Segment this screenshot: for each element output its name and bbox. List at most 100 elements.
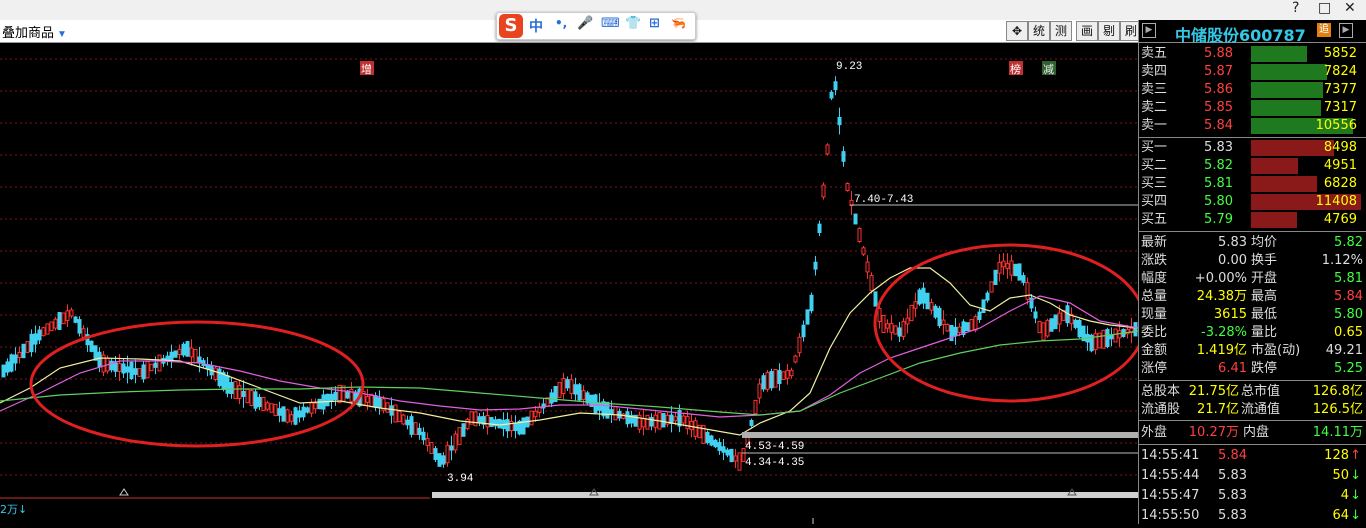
tick-time: 14:55:44 bbox=[1141, 468, 1200, 483]
inner-value: 14.11万 bbox=[1312, 425, 1363, 440]
adjust-button[interactable]: 剔 bbox=[1098, 21, 1120, 41]
price-chart[interactable]: 9.23 7.40-7.43 4.53-4.59 4.34-4.35 3.94 … bbox=[0, 43, 1147, 524]
maximize-icon[interactable]: □ bbox=[1318, 0, 1331, 16]
candle-body bbox=[841, 151, 846, 162]
capital-row: 流通股 21.7亿 流通值 126.5亿 bbox=[1139, 401, 1366, 419]
candle-body bbox=[869, 274, 874, 292]
candle-body bbox=[937, 307, 942, 327]
candle-body bbox=[729, 448, 734, 463]
capital-value: 21.7亿 bbox=[1197, 402, 1239, 417]
candle-body bbox=[129, 361, 134, 380]
volume-bar-cell: 7317 bbox=[1251, 100, 1361, 116]
level-price: 5.88 bbox=[1204, 46, 1233, 61]
candle-body bbox=[385, 402, 390, 413]
candle-body bbox=[773, 368, 778, 388]
candle-body bbox=[777, 370, 782, 384]
play-icon[interactable]: ▶ bbox=[1142, 23, 1156, 38]
candle-body bbox=[681, 415, 686, 424]
candle-body bbox=[821, 184, 826, 198]
sogou-logo-icon[interactable]: S bbox=[499, 14, 523, 38]
volume-bar bbox=[1251, 176, 1317, 192]
volume-bar-cell: 11408 bbox=[1251, 194, 1361, 210]
candle-body bbox=[717, 442, 722, 451]
crosshair-icon[interactable]: ✥ bbox=[1006, 21, 1028, 41]
help-icon[interactable]: ? bbox=[1292, 0, 1299, 16]
expand-icon[interactable]: ▶ bbox=[1339, 23, 1353, 38]
level-price: 5.86 bbox=[1204, 82, 1233, 97]
candle-body bbox=[649, 416, 654, 427]
candlestick-svg: 9.23 7.40-7.43 4.53-4.59 4.34-4.35 3.94 … bbox=[0, 58, 1147, 524]
candle-body bbox=[981, 299, 986, 314]
volume-bar-cell: 10556 bbox=[1251, 118, 1361, 134]
tick-row: 14:55:41 5.84 128 ↑ bbox=[1139, 447, 1366, 465]
stats-button[interactable]: 统 bbox=[1028, 21, 1050, 41]
measure-button[interactable]: 测 bbox=[1050, 21, 1072, 41]
candle-body bbox=[933, 305, 938, 318]
ime-chinese-mode[interactable]: 中 bbox=[529, 16, 543, 36]
quote-value: +0.00% bbox=[1194, 271, 1247, 286]
candle-body bbox=[793, 355, 798, 363]
candle-body bbox=[69, 309, 74, 317]
ime-toolbar[interactable]: S 中 •, 🎤 ⌨ 👕 ⊞ 🦐 bbox=[496, 12, 696, 40]
candle-body bbox=[1005, 263, 1010, 269]
skin-icon[interactable]: 👕 bbox=[625, 16, 641, 31]
candle-body bbox=[17, 351, 22, 359]
candle-body bbox=[797, 336, 802, 354]
candle-body bbox=[529, 410, 534, 426]
ime-punctuation-icon[interactable]: •, bbox=[555, 16, 567, 30]
ask-row: 卖三 5.86 7377 bbox=[1139, 81, 1366, 99]
level-label: 卖三 bbox=[1141, 82, 1168, 97]
quote-value: 49.21 bbox=[1325, 343, 1363, 358]
candle-body bbox=[693, 420, 698, 437]
volume-bar bbox=[1251, 82, 1323, 98]
candle-body bbox=[605, 401, 610, 419]
ask-row: 卖四 5.87 7824 bbox=[1139, 63, 1366, 81]
candle-body bbox=[893, 325, 898, 335]
candle-body bbox=[137, 368, 142, 377]
quote-row: 委比 -3.28% 量比 0.65 bbox=[1139, 324, 1366, 342]
candle-body bbox=[817, 223, 822, 234]
candle-body bbox=[661, 413, 666, 428]
candle-body bbox=[805, 309, 810, 325]
volume-bar-cell: 7377 bbox=[1251, 82, 1361, 98]
draw-button[interactable]: 画 bbox=[1076, 21, 1098, 41]
chase-badge[interactable]: 追 bbox=[1317, 23, 1331, 37]
candle-body bbox=[269, 403, 274, 413]
quote-label: 开盘 bbox=[1251, 271, 1278, 286]
candle-body bbox=[985, 292, 990, 301]
candle-body bbox=[641, 418, 646, 428]
tick-row: 14:55:44 5.83 50 ↓ bbox=[1139, 467, 1366, 485]
candle-body bbox=[789, 369, 794, 377]
candle-body bbox=[157, 354, 162, 372]
tick-price: 5.83 bbox=[1218, 468, 1247, 483]
mascot-icon[interactable]: 🦐 bbox=[671, 16, 686, 30]
quote-label: 均价 bbox=[1251, 235, 1278, 250]
candle-body bbox=[721, 446, 726, 453]
quote-row: 涨停 6.41 跌停 5.25 bbox=[1139, 360, 1366, 378]
keyboard-icon[interactable]: ⌨ bbox=[601, 16, 620, 31]
microphone-icon[interactable]: 🎤 bbox=[577, 16, 593, 31]
candle-body bbox=[581, 390, 586, 401]
candle-body bbox=[1013, 263, 1018, 277]
candle-body bbox=[957, 326, 962, 333]
candle-body bbox=[705, 431, 710, 444]
level-price: 5.79 bbox=[1204, 212, 1233, 227]
ask-row: 卖一 5.84 10556 bbox=[1139, 117, 1366, 135]
quote-label: 跌停 bbox=[1251, 361, 1278, 376]
candle-body bbox=[825, 144, 830, 155]
quote-value: 5.82 bbox=[1334, 235, 1363, 250]
quote-value: 5.80 bbox=[1334, 307, 1363, 322]
candle-body bbox=[873, 291, 878, 307]
candle-body bbox=[9, 354, 14, 372]
marker-zeng: 增 bbox=[361, 62, 372, 76]
capital-label: 总股本 bbox=[1141, 384, 1181, 399]
candle-body bbox=[77, 319, 82, 334]
candle-body bbox=[953, 326, 958, 336]
toolbox-icon[interactable]: ⊞ bbox=[649, 16, 660, 31]
volume-bar bbox=[1251, 140, 1334, 156]
quote-value: 0.65 bbox=[1334, 325, 1363, 340]
candle-body bbox=[917, 289, 922, 305]
overlay-stock-button[interactable]: 叠加商品 ▼ bbox=[2, 22, 67, 41]
capital-value: 126.5亿 bbox=[1312, 402, 1363, 417]
close-icon[interactable]: ✕ bbox=[1344, 0, 1356, 16]
